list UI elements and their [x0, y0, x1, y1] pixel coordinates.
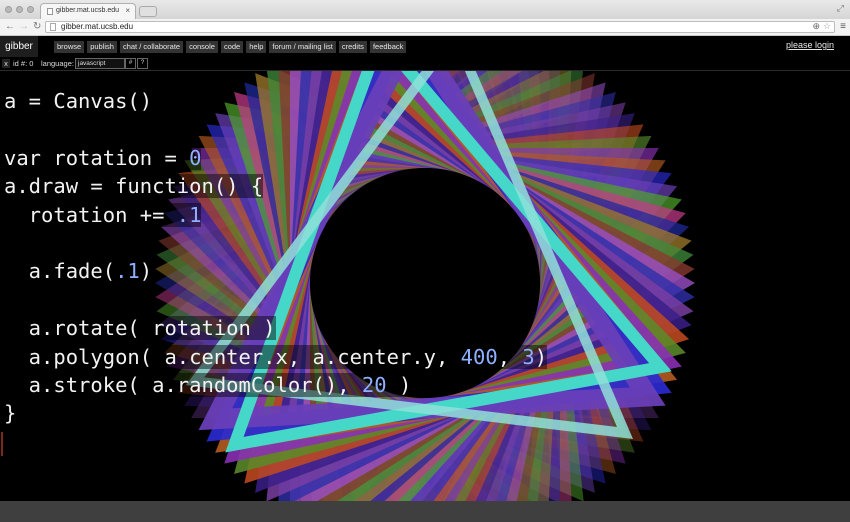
app-menu: browse publish chat / collaborate consol… [54, 41, 407, 53]
menu-credits[interactable]: credits [338, 41, 367, 53]
code-line[interactable] [4, 286, 547, 314]
back-icon[interactable]: ← [5, 21, 15, 33]
code-line[interactable]: a = Canvas() [4, 87, 547, 115]
browser-tab[interactable]: gibber.mat.ucsb.edu × [40, 3, 136, 19]
address-bar[interactable]: gibber.mat.ucsb.edu ⊕ ☆ [45, 21, 835, 33]
menu-feedback[interactable]: feedback [369, 41, 407, 53]
code-line-text: a = Canvas() [4, 89, 153, 113]
code-number: 20 [361, 372, 387, 397]
code-token: a.fade( [4, 259, 116, 284]
code-line[interactable]: } [4, 399, 547, 427]
code-number: 0 [189, 145, 202, 170]
forward-icon[interactable]: → [19, 21, 29, 33]
new-tab-button[interactable] [139, 6, 157, 17]
code-line[interactable] [4, 115, 547, 143]
editor-close-button[interactable]: x [2, 59, 10, 68]
language-select[interactable]: javascript [75, 58, 125, 69]
code-line-text: a.draw = function() { [4, 174, 264, 199]
code-number: .1 [176, 202, 202, 227]
menu-help[interactable]: help [246, 41, 267, 53]
close-window-button[interactable] [5, 6, 12, 13]
help-button[interactable]: ? [137, 58, 148, 69]
tab-title: gibber.mat.ucsb.edu [56, 7, 120, 14]
fullscreen-icon[interactable]: ⤢ [837, 3, 844, 14]
menu-publish[interactable]: publish [87, 41, 117, 53]
code-token: } [4, 401, 17, 426]
code-number: .1 [115, 259, 140, 284]
code-line-text: a.fade(.1) [4, 259, 153, 284]
star-icon[interactable]: ☆ [823, 21, 831, 32]
code-line[interactable]: var rotation = 0 [4, 144, 547, 172]
code-token: a.rotate( rotation ) [4, 316, 276, 341]
page-favicon-icon [47, 8, 53, 15]
app-logo[interactable]: gibber [0, 36, 38, 57]
code-number: 3 [522, 344, 535, 369]
code-number: 400 [460, 344, 498, 369]
code-token: ) [386, 372, 412, 397]
tab-close-icon[interactable]: × [125, 6, 130, 15]
code-token: ) [139, 259, 153, 284]
code-token: a.polygon( a.center.x, a.center.y, [4, 344, 461, 369]
menu-forum[interactable]: forum / mailing list [269, 41, 336, 53]
code-line-text: var rotation = 0 [4, 145, 202, 170]
menu-console[interactable]: console [186, 41, 218, 53]
code-token: , [497, 344, 523, 369]
browser-tab-strip: gibber.mat.ucsb.edu × ⤢ [0, 0, 850, 19]
browser-toolbar: ← → ↻ gibber.mat.ucsb.edu ⊕ ☆ ≡ [0, 19, 850, 36]
language-label: language: [41, 59, 74, 68]
address-url[interactable]: gibber.mat.ucsb.edu [61, 22, 133, 32]
code-token: rotation += [4, 202, 177, 227]
code-line[interactable]: a.draw = function() { [4, 172, 547, 200]
code-editor[interactable]: a = Canvas() var rotation = 0 a.draw = fun… [4, 87, 548, 428]
code-line[interactable]: a.polygon( a.center.x, a.center.y, 400, … [4, 343, 548, 371]
code-line-text: a.rotate( rotation ) [4, 316, 276, 341]
code-token: var rotation = [4, 145, 190, 170]
page-icon [50, 23, 56, 31]
app-menubar: gibber browse publish chat / collaborate… [0, 36, 850, 57]
code-line-text: a.stroke( a.randomColor(), 20 ) [4, 372, 412, 397]
code-token: a.draw = function() { [4, 174, 264, 199]
menu-code[interactable]: code [220, 41, 244, 53]
hash-button[interactable]: # [125, 58, 136, 69]
text-cursor [1, 432, 3, 456]
editor-id-label: id #: 0 [13, 59, 34, 68]
reload-icon[interactable]: ↻ [33, 21, 41, 33]
editor-header: x id #: 0 language: javascript # ? [0, 57, 850, 71]
minimize-window-button[interactable] [16, 6, 23, 13]
code-line[interactable]: a.stroke( a.randomColor(), 20 ) [4, 371, 547, 399]
menu-icon[interactable]: ≡ [840, 21, 846, 32]
code-line-text: a.polygon( a.center.x, a.center.y, 400, … [4, 344, 548, 369]
status-bar [0, 501, 850, 522]
zoom-icon[interactable]: ⊕ [812, 21, 820, 32]
code-line[interactable]: a.rotate( rotation ) [4, 314, 547, 342]
code-token: a = Canvas() [4, 89, 153, 113]
menu-browse[interactable]: browse [54, 41, 85, 53]
code-line[interactable]: rotation += .1 [4, 201, 547, 229]
code-line[interactable] [4, 229, 547, 257]
login-link[interactable]: please login [786, 40, 834, 50]
menu-chat[interactable]: chat / collaborate [119, 41, 184, 53]
code-token: a.stroke( a.randomColor(), [4, 372, 362, 397]
code-line[interactable]: a.fade(.1) [4, 257, 547, 285]
zoom-window-button[interactable] [27, 6, 34, 13]
code-token: ) [534, 344, 548, 369]
code-line-text: } [4, 401, 17, 426]
code-line-text: rotation += .1 [4, 202, 202, 227]
